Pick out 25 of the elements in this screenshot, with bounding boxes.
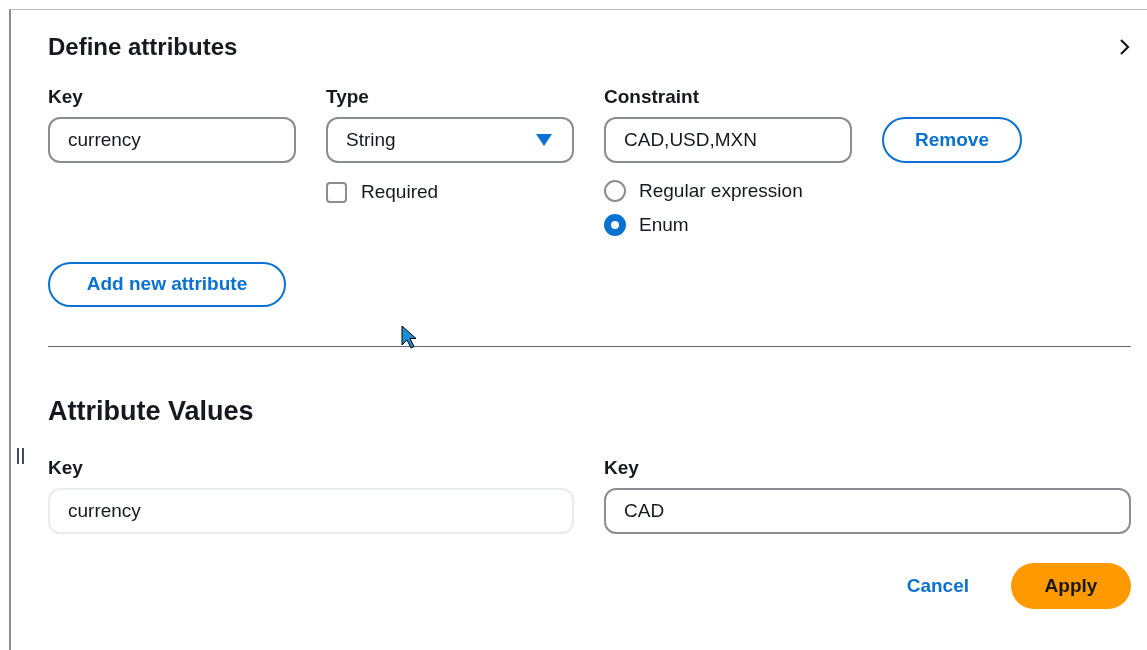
radio-button[interactable] <box>604 214 626 236</box>
checkbox-label: Required <box>361 180 439 204</box>
field-label: Type <box>326 86 369 108</box>
mouse-cursor-icon <box>401 325 417 349</box>
radio-label: Regular expression <box>639 180 803 202</box>
apply-button[interactable]: Apply <box>1011 563 1131 609</box>
resize-handle-icon[interactable] <box>17 448 25 464</box>
field-label: Key <box>48 457 83 479</box>
radio-label: Enum <box>639 214 689 236</box>
add-attribute-button[interactable]: Add new attribute <box>48 262 286 307</box>
caret-down-icon <box>536 134 552 146</box>
cancel-button[interactable]: Cancel <box>906 571 969 601</box>
radio-button[interactable] <box>604 180 626 202</box>
checkbox[interactable] <box>326 181 347 203</box>
field-label: Key <box>48 86 83 108</box>
type-dropdown[interactable]: String <box>326 117 574 163</box>
constraint-input[interactable]: CAD,USD,MXN <box>604 117 852 163</box>
section-title: Define attributes <box>48 33 238 61</box>
field-label: Constraint <box>604 86 699 108</box>
remove-button[interactable]: Remove <box>882 117 1022 163</box>
section-title: Attribute Values <box>48 395 254 427</box>
key-input[interactable]: currency <box>48 117 296 163</box>
field-label: Key <box>604 457 639 479</box>
value-input[interactable]: CAD <box>604 488 1131 534</box>
chevron-right-icon[interactable] <box>1119 38 1131 56</box>
